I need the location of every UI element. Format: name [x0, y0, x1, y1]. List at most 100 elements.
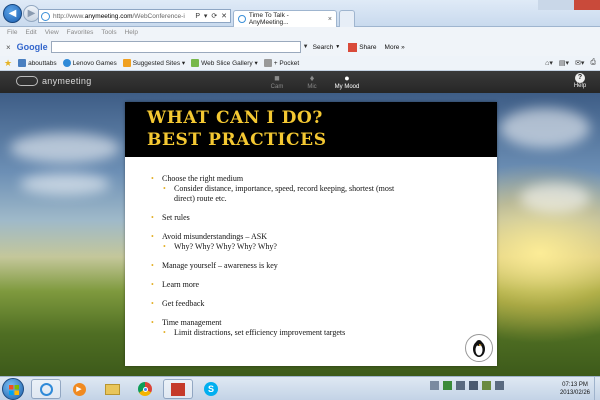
slide-title-line1: WHAT CAN I DO? [147, 108, 323, 128]
tray-icon[interactable] [443, 381, 452, 390]
show-desktop-button[interactable] [594, 377, 600, 400]
presentation-app-icon [171, 382, 185, 396]
favorite-suggested-sites[interactable]: Suggested Sites ▾ [122, 59, 185, 67]
windows-taskbar: ▶ S 07:13 PM 2013/02/26 [0, 376, 600, 400]
clock-date: 2013/02/26 [559, 390, 590, 396]
taskbar-media-player[interactable]: ▶ [64, 379, 94, 399]
list-item: • Learn more [151, 280, 200, 289]
system-tray [430, 381, 504, 390]
taskbar-chrome[interactable] [130, 379, 160, 399]
help-icon: ? [575, 73, 585, 83]
volume-icon[interactable] [495, 381, 504, 390]
slide-title-line2: BEST PRACTICES [147, 130, 327, 150]
suggested-sites-icon [122, 59, 131, 67]
toolbar-close-icon[interactable]: × [6, 43, 11, 52]
address-tools[interactable]: P ▾ ⟳ ✕ [195, 12, 228, 20]
penguin-logo-icon [465, 334, 493, 362]
arrow-right-icon: ▶ [27, 8, 36, 19]
list-item: • Set rules [151, 213, 190, 222]
web-slice-icon [191, 59, 200, 67]
favorites-star-icon[interactable]: ★ [4, 58, 12, 69]
feeds-icon[interactable]: ▤▾ [559, 59, 569, 67]
pocket-icon [263, 59, 272, 67]
new-tab-button[interactable] [339, 10, 355, 27]
google-logo: Google [16, 42, 48, 52]
favorite-pocket[interactable]: + Pocket [263, 59, 299, 67]
arrow-left-icon: ◀ [8, 8, 17, 19]
slide-header: WHAT CAN I DO? BEST PRACTICES [125, 102, 497, 157]
globe-icon [62, 59, 71, 67]
window-controls [538, 0, 600, 10]
address-bar[interactable]: http://www.anymeeting.com/WebConference-… [38, 9, 231, 23]
cam-button[interactable]: ■ Cam [262, 73, 292, 90]
mic-button[interactable]: ♦ Mic [297, 73, 327, 90]
menu-edit[interactable]: Edit [25, 29, 36, 36]
mail-icon[interactable]: ✉▾ [575, 59, 584, 67]
maximize-button[interactable] [556, 0, 574, 10]
tab-time-to-talk[interactable]: Time To Talk - AnyMeeting... × [233, 10, 337, 27]
browser-titlebar: ◀ ▶ http://www.anymeeting.com/WebConfere… [0, 0, 600, 27]
list-subitem: • Why? Why? Why? Why? Why? [163, 242, 277, 251]
list-item: • Avoid misunderstandings – ASK [151, 232, 267, 241]
microphone-icon: ♦ [309, 73, 315, 83]
menu-file[interactable]: File [7, 29, 17, 36]
list-subitem-continued: direct) route etc. [174, 194, 227, 203]
tray-icon[interactable] [430, 381, 439, 390]
folder-icon [104, 383, 120, 395]
close-window-button[interactable] [574, 0, 600, 10]
google-search-input[interactable] [50, 41, 301, 53]
chevron-down-icon: ▼ [335, 44, 341, 50]
slide-bullets: • Choose the right medium • Consider dista… [125, 157, 497, 338]
google-search-button[interactable]: Search ▼ [313, 44, 341, 51]
favorite-web-slice-gallery[interactable]: Web Slice Gallery ▾ [191, 59, 258, 67]
share-button[interactable]: Share [348, 42, 377, 52]
ie-logo-icon [39, 382, 53, 396]
favorites-bar: ★ abouttabs Lenovo Games Suggested Sites… [0, 56, 600, 71]
menu-view[interactable]: View [45, 29, 59, 36]
taskbar-internet-explorer[interactable] [31, 379, 61, 399]
presentation-slide: WHAT CAN I DO? BEST PRACTICES • Choose th… [125, 102, 497, 366]
anymeeting-logo: anymeeting [16, 76, 92, 86]
command-bar-icons: ⌂▾ ▤▾ ✉▾ ⎙ [545, 59, 596, 67]
media-player-icon: ▶ [72, 382, 86, 396]
menu-help[interactable]: Help [125, 29, 138, 36]
ie-logo-icon [41, 11, 50, 21]
menu-favorites[interactable]: Favorites [67, 29, 94, 36]
address-url: http://www.anymeeting.com/WebConference-… [53, 12, 185, 20]
network-icon[interactable] [469, 381, 478, 390]
back-button[interactable]: ◀ [3, 4, 22, 23]
penguin-logo-icon [473, 340, 485, 357]
ie-logo-icon [238, 15, 246, 23]
google-toolbar: × Google ▼ Search ▼ Share More » [0, 38, 600, 56]
list-subitem: • Limit distractions, set efficiency impr… [163, 328, 346, 337]
start-button[interactable] [2, 378, 24, 400]
print-icon[interactable]: ⎙ [590, 59, 596, 67]
list-item: • Time management [151, 318, 222, 327]
taskbar-anymeeting[interactable] [163, 379, 193, 399]
person-icon: ● [344, 73, 350, 83]
tab-title: Time To Talk - AnyMeeting... [248, 12, 289, 26]
chevron-down-icon[interactable]: ▼ [303, 44, 309, 50]
taskbar-file-explorer[interactable] [97, 379, 127, 399]
skype-icon: S [204, 382, 218, 396]
share-icon [348, 42, 358, 52]
menu-tools[interactable]: Tools [101, 29, 116, 36]
tab-close-icon[interactable]: × [328, 16, 332, 23]
minimize-button[interactable] [538, 0, 556, 10]
home-icon[interactable]: ⌂▾ [545, 59, 553, 67]
favorite-abouttabs[interactable]: abouttabs [18, 59, 57, 67]
windows-logo-icon [9, 385, 19, 395]
taskbar-skype[interactable]: S [196, 379, 226, 399]
chrome-icon [138, 382, 152, 396]
my-mood-button[interactable]: ● My Mood [330, 73, 364, 90]
favorite-lenovo-games[interactable]: Lenovo Games [62, 59, 117, 67]
list-item: • Get feedback [151, 299, 205, 308]
list-item: • Manage yourself – awareness is key [151, 261, 278, 270]
help-button[interactable]: ? Help [565, 73, 595, 89]
system-clock[interactable]: 07:13 PM 2013/02/26 [560, 381, 590, 397]
more-button[interactable]: More » [385, 44, 405, 51]
tray-icon[interactable] [456, 381, 465, 390]
battery-icon[interactable] [482, 381, 491, 390]
list-subitem: • Consider distance, importance, speed, r… [163, 184, 395, 193]
camera-icon: ■ [274, 73, 280, 83]
